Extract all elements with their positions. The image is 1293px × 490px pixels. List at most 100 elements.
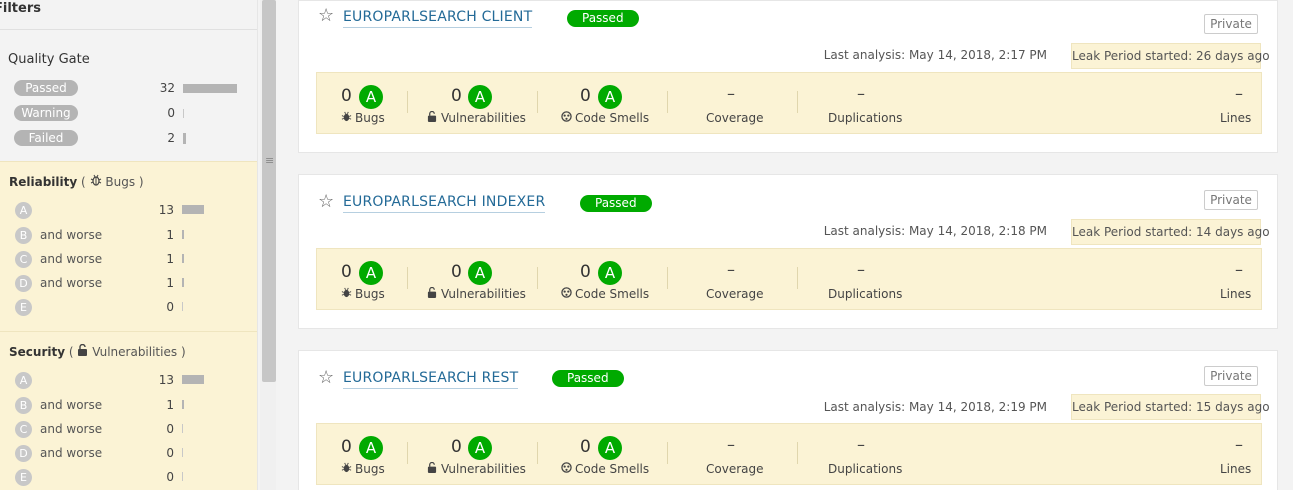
leak-period-info: Leak Period started: 15 days ago (1071, 394, 1270, 420)
bugs-count[interactable]: 0 (341, 86, 352, 106)
lines-label: Lines (1220, 287, 1252, 301)
visibility-badge: Private (1204, 366, 1258, 386)
quality-gate-badge: Passed (14, 80, 78, 96)
facet-count: 0 (166, 470, 174, 484)
filter-quality-gate-passed[interactable]: Passed 32 (0, 78, 257, 98)
code-smells-count[interactable]: 0 (580, 262, 591, 282)
facet-count: 1 (166, 276, 174, 290)
facet-count: 0 (167, 106, 175, 120)
star-icon[interactable]: ☆ (318, 5, 334, 26)
vulnerabilities-count[interactable]: 0 (451, 86, 462, 106)
coverage-label: Coverage (706, 287, 764, 301)
filter-reliability-b[interactable]: B and worse 1 (0, 225, 257, 245)
divider (537, 267, 538, 289)
code-smells-count[interactable]: 0 (580, 437, 591, 457)
filter-security-b[interactable]: B and worse 1 (0, 395, 257, 415)
filter-reliability-a[interactable]: A 13 (0, 200, 257, 220)
vulnerabilities-label: Vulnerabilities (427, 286, 526, 301)
rating-label: and worse (40, 446, 103, 460)
filter-reliability-c[interactable]: C and worse 1 (0, 249, 257, 269)
facet-title-text: Reliability (9, 175, 78, 189)
divider (407, 91, 408, 113)
bugs-count[interactable]: 0 (341, 262, 352, 282)
project-name-link[interactable]: EUROPARLSEARCH INDEXER (343, 194, 546, 213)
filter-reliability-e[interactable]: E 0 (0, 297, 257, 317)
rating-badge: D (15, 445, 32, 462)
filter-security-e[interactable]: E 0 (0, 467, 257, 487)
facet-bar (182, 230, 184, 239)
facet-bar (183, 133, 186, 144)
facet-bar (183, 109, 184, 118)
bug-icon (341, 111, 355, 125)
reliability-rating: A (359, 85, 383, 109)
vulnerabilities-label: Vulnerabilities (427, 461, 526, 476)
facet-count: 0 (166, 300, 174, 314)
project-measures: 0 A Bugs 0 A Vulnerabilities 0 A Code Sm… (316, 423, 1262, 485)
sidebar-scrollbar-thumb[interactable] (262, 0, 276, 382)
coverage-label: Coverage (706, 462, 764, 476)
bug-icon (341, 462, 355, 476)
rating-badge: A (15, 202, 32, 219)
rating-badge: A (15, 372, 32, 389)
vulnerabilities-count[interactable]: 0 (451, 262, 462, 282)
facet-bar (182, 302, 183, 311)
facet-count: 32 (159, 81, 175, 95)
lines-value[interactable]: – (1235, 84, 1243, 103)
resize-grip-icon[interactable]: ≡ (265, 154, 274, 167)
coverage-value[interactable]: – (727, 260, 735, 279)
last-analysis-date: Last analysis: May 14, 2018, 2:17 PM (823, 48, 1047, 62)
coverage-value[interactable]: – (727, 84, 735, 103)
facet-bar (182, 400, 184, 409)
rating-badge: D (15, 275, 32, 292)
code-smells-label: Code Smells (561, 462, 649, 476)
divider (407, 267, 408, 289)
duplications-label: Duplications (828, 111, 903, 125)
lines-value[interactable]: – (1235, 435, 1243, 454)
duplications-value[interactable]: – (857, 84, 865, 103)
code-smells-label: Code Smells (561, 287, 649, 301)
quality-gate-title: Quality Gate (8, 52, 90, 67)
vulnerabilities-count[interactable]: 0 (451, 437, 462, 457)
filter-security-a[interactable]: A 13 (0, 370, 257, 390)
last-analysis-date: Last analysis: May 14, 2018, 2:18 PM (823, 224, 1047, 238)
facet-bar (182, 424, 183, 433)
filter-security-d[interactable]: D and worse 0 (0, 443, 257, 463)
lines-value[interactable]: – (1235, 260, 1243, 279)
duplications-label: Duplications (828, 462, 903, 476)
filter-quality-gate-failed[interactable]: Failed 2 (0, 128, 257, 148)
project-name-link[interactable]: EUROPARLSEARCH CLIENT (343, 9, 533, 28)
leak-period-info: Leak Period started: 14 days ago (1071, 219, 1270, 245)
coverage-value[interactable]: – (727, 435, 735, 454)
quality-gate-badge: Warning (14, 105, 78, 121)
rating-badge: E (15, 299, 32, 316)
divider (797, 442, 798, 464)
code-smells-label: Code Smells (561, 111, 649, 125)
bugs-label: Bugs (341, 462, 385, 476)
code-smells-count[interactable]: 0 (580, 86, 591, 106)
filter-quality-gate-warning[interactable]: Warning 0 (0, 103, 257, 123)
rating-label: and worse (40, 228, 103, 242)
facet-bar (183, 84, 237, 93)
project-name-link[interactable]: EUROPARLSEARCH REST (343, 370, 519, 389)
bugs-label: Bugs (341, 287, 385, 301)
star-icon[interactable]: ☆ (318, 191, 334, 212)
quality-gate-status-badge: Passed (567, 10, 639, 27)
duplications-value[interactable]: – (857, 435, 865, 454)
duplications-value[interactable]: – (857, 260, 865, 279)
project-measures: 0 A Bugs 0 A Vulnerabilities 0 A Code Sm… (316, 72, 1262, 134)
project-measures: 0 A Bugs 0 A Vulnerabilities 0 A Code Sm… (316, 248, 1262, 310)
filter-reliability-d[interactable]: D and worse 1 (0, 273, 257, 293)
divider (797, 91, 798, 113)
filter-security-c[interactable]: C and worse 0 (0, 419, 257, 439)
bugs-count[interactable]: 0 (341, 437, 352, 457)
security-rating: A (468, 261, 492, 285)
bug-icon (341, 287, 355, 301)
facet-count: 1 (166, 398, 174, 412)
rating-badge: E (15, 469, 32, 486)
facet-count: 1 (166, 228, 174, 242)
maintainability-rating: A (598, 436, 622, 460)
facet-bar (182, 448, 183, 457)
divider (537, 91, 538, 113)
rating-label: and worse (40, 276, 103, 290)
star-icon[interactable]: ☆ (318, 367, 334, 388)
